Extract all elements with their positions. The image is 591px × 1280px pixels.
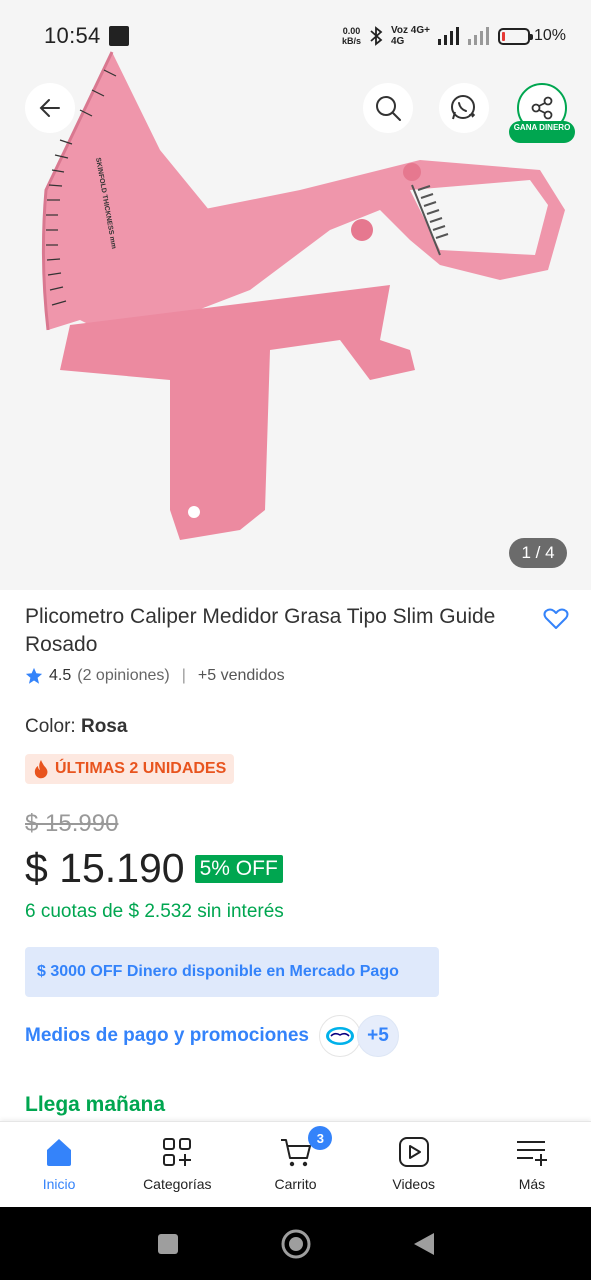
nav-label: Carrito [274, 1176, 317, 1192]
product-gallery[interactable]: SKINFOLD THICKNESS mm GANA DINERO 1 / 4 [0, 0, 591, 590]
nav-videos[interactable]: Videos [355, 1122, 473, 1207]
more-icon [516, 1141, 547, 1166]
nav-label: Más [518, 1176, 546, 1192]
network-bottom: 4G [390, 36, 405, 47]
system-navigation-bar [0, 1207, 591, 1280]
price-row: $ 15.190 5% OFF [25, 845, 283, 892]
product-image: SKINFOLD THICKNESS mm [41, 51, 565, 540]
whatsapp-icon [451, 95, 476, 120]
status-bar: 10:54 0.00 kB/s Voz 4G+ 4G 10% [0, 0, 591, 72]
back-button[interactable] [25, 83, 75, 133]
favorite-button[interactable] [543, 607, 569, 636]
flame-icon [34, 760, 48, 779]
installments: 6 cuotas de $ 2.532 sin interés [25, 901, 284, 922]
signal-2-icon [467, 27, 489, 45]
mercado-pago-icon [319, 1015, 361, 1057]
product-title: Plicometro Caliper Medidor Grasa Tipo Sl… [25, 605, 496, 656]
categories-icon [163, 1138, 192, 1166]
bottom-navigation: Inicio Categorías 3 Carrito Videos Más [0, 1121, 591, 1207]
rating-score: 4.5 [49, 667, 72, 684]
promo-banner[interactable]: $ 3000 OFF Dinero disponible en Mercado … [25, 947, 439, 997]
speed-value: 0.00 [342, 26, 361, 36]
rating-row[interactable]: 4.5 (2 opiniones) | +5 vendidos [25, 667, 285, 685]
notification-icon [108, 26, 129, 46]
color-value: Rosa [80, 716, 128, 737]
image-counter: 1 / 4 [509, 538, 567, 568]
more-payment-methods[interactable]: +5 [357, 1015, 399, 1057]
cart-icon [280, 1139, 311, 1167]
stock-badge: ÚLTIMAS 2 UNIDADES [25, 754, 235, 784]
share-earn-badge[interactable]: GANA DINERO [509, 121, 575, 143]
bluetooth-icon [370, 26, 383, 46]
nav-label: Videos [392, 1176, 435, 1192]
nav-label: Inicio [42, 1176, 76, 1192]
search-icon [376, 96, 401, 121]
share-icon [531, 96, 553, 120]
search-button[interactable] [363, 83, 413, 133]
color-selector[interactable]: Color: Rosa [25, 716, 127, 738]
nav-more[interactable]: Más [473, 1122, 591, 1207]
speed-unit: kB/s [341, 36, 361, 46]
star-icon [25, 667, 43, 684]
nav-label: Categorías [143, 1176, 212, 1192]
recents-icon[interactable] [156, 1232, 180, 1256]
stock-text: ÚLTIMAS 2 UNIDADES [55, 760, 227, 777]
battery-icon [497, 27, 533, 45]
cart-count-badge: 3 [308, 1126, 333, 1150]
nav-categories[interactable]: Categorías [118, 1122, 236, 1207]
reviews-count[interactable]: (2 opiniones) [77, 667, 170, 685]
heart-icon [543, 608, 569, 629]
discount-badge: 5% OFF [194, 854, 283, 883]
delivery-info: Llega mañana [25, 1093, 166, 1116]
whatsapp-share-button[interactable] [439, 83, 489, 133]
network-type: Voz 4G+ 4G [391, 25, 430, 47]
payment-methods-link[interactable]: Medios de pago y promociones +5 [25, 1015, 399, 1057]
battery: 10% [497, 27, 566, 45]
network-top: Voz 4G+ [390, 25, 430, 36]
battery-level: 10% [533, 27, 566, 44]
payment-methods-label[interactable]: Medios de pago y promociones [25, 1025, 309, 1047]
old-price: $ 15.990 [25, 810, 119, 837]
separator: | [181, 667, 186, 684]
sold-count: +5 vendidos [197, 667, 285, 684]
nav-home[interactable]: Inicio [0, 1122, 118, 1207]
back-system-icon[interactable] [412, 1231, 436, 1257]
network-speed: 0.00 kB/s [342, 26, 361, 46]
home-system-icon[interactable] [280, 1228, 312, 1260]
current-price: $ 15.190 [25, 845, 185, 891]
color-label: Color: [25, 716, 76, 737]
signal-icon [437, 27, 459, 45]
videos-icon [398, 1137, 429, 1167]
home-icon [47, 1139, 72, 1166]
arrow-left-icon [39, 99, 60, 117]
clock: 10:54 [44, 23, 101, 48]
nav-cart[interactable]: 3 Carrito [236, 1122, 354, 1207]
